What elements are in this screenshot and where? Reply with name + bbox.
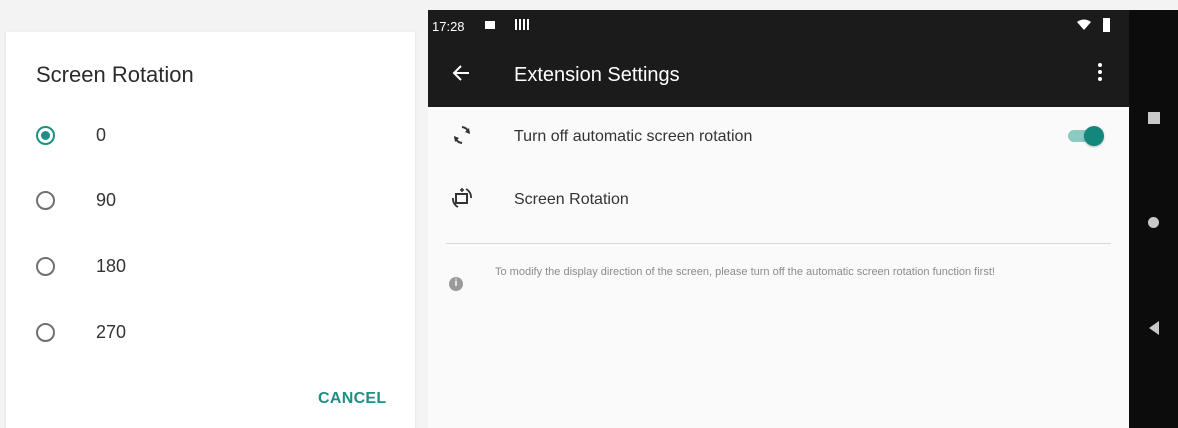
settings-screen: 17:28 Extension Settings Turn off automa… (428, 10, 1129, 428)
radio-option-270[interactable]: 270 (36, 312, 376, 352)
radio-label: 180 (96, 255, 127, 276)
barcode-icon (515, 19, 529, 30)
back-arrow-icon[interactable] (452, 62, 470, 88)
screen-rotation-dialog: Screen Rotation 0 90 180 270 CANCEL (6, 32, 415, 428)
cancel-button[interactable]: CANCEL (318, 390, 386, 408)
status-time: 17:28 (432, 19, 465, 34)
radio-button[interactable] (36, 322, 55, 342)
recents-icon[interactable] (1148, 112, 1160, 124)
toggle-knob (1084, 126, 1104, 146)
radio-label: 90 (96, 189, 117, 210)
wifi-icon (1076, 19, 1092, 34)
radio-label: 0 (96, 124, 107, 145)
screen: Screen Rotation 0 90 180 270 CANCEL 17:2… (0, 0, 1178, 428)
info-text: To modify the display direction of the s… (495, 266, 995, 278)
setting-label: Turn off automatic screen rotation (514, 128, 753, 145)
auto-rotation-toggle[interactable] (1066, 126, 1108, 146)
status-bar: 17:28 (428, 10, 1129, 44)
overflow-menu-icon[interactable] (1097, 63, 1103, 87)
radio-label: 270 (96, 321, 127, 342)
setting-label: Screen Rotation (514, 191, 629, 208)
info-icon: i (449, 277, 463, 291)
notification-icon (485, 21, 495, 29)
screen-rotation-icon (450, 186, 474, 210)
rotate-icon (450, 123, 474, 147)
battery-icon (1103, 18, 1110, 32)
setting-auto-rotation[interactable]: Turn off automatic screen rotation (428, 107, 1129, 167)
dialog-title: Screen Rotation (36, 62, 194, 87)
divider (446, 243, 1111, 244)
home-icon[interactable] (1148, 217, 1159, 228)
radio-button[interactable] (36, 256, 55, 276)
setting-screen-rotation[interactable]: Screen Rotation (428, 170, 1129, 230)
radio-option-90[interactable]: 90 (36, 180, 376, 220)
app-bar: Extension Settings (428, 44, 1129, 107)
radio-option-0[interactable]: 0 (36, 115, 376, 155)
back-triangle-icon[interactable] (1149, 321, 1159, 335)
app-title: Extension Settings (514, 64, 680, 86)
navigation-bar (1129, 10, 1178, 428)
radio-option-180[interactable]: 180 (36, 246, 376, 286)
radio-button-checked[interactable] (36, 125, 55, 145)
radio-button[interactable] (36, 190, 55, 210)
